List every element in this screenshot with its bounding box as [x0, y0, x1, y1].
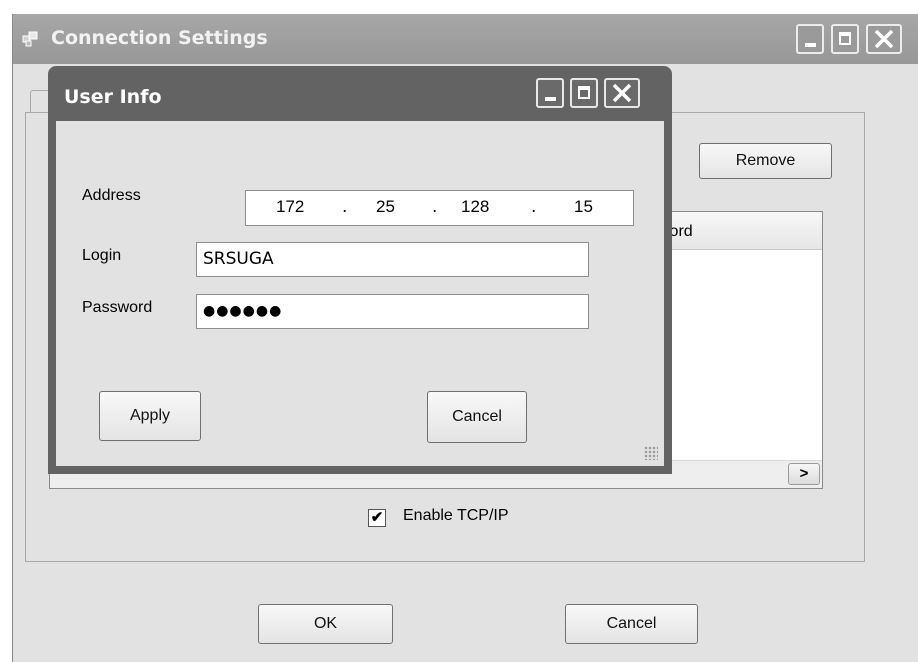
scroll-right-arrow-icon[interactable]: > [788, 463, 820, 485]
user-info-dialog: User Info Address 172 . 25 . 128 . 15 Lo… [48, 66, 672, 474]
ip-octet-1[interactable]: 172 [276, 191, 304, 223]
ip-address-field[interactable]: 172 . 25 . 128 . 15 [245, 190, 634, 226]
outer-cancel-button[interactable]: Cancel [565, 604, 698, 644]
ip-dot-1: . [342, 197, 348, 217]
resize-grip-icon[interactable] [644, 446, 658, 460]
login-label: Login [82, 247, 122, 264]
outer-titlebar[interactable]: Connection Settings [13, 14, 918, 64]
ip-octet-4[interactable]: 15 [574, 191, 593, 223]
address-label: Address [82, 187, 141, 204]
ip-octet-3[interactable]: 128 [461, 191, 489, 223]
password-input[interactable]: ●●●●●● [196, 294, 589, 329]
dialog-maximize-icon[interactable] [570, 78, 598, 108]
enable-tcpip-label[interactable]: Enable TCP/IP [403, 507, 509, 525]
remove-button[interactable]: Remove [699, 143, 832, 179]
checkmark-icon[interactable]: ✔ [368, 509, 386, 527]
ok-button[interactable]: OK [258, 604, 393, 644]
ip-dot-3: . [531, 197, 537, 217]
dialog-close-icon[interactable] [604, 78, 640, 108]
outer-window-title: Connection Settings [51, 27, 268, 49]
login-input[interactable]: SRSUGA [196, 242, 589, 277]
dialog-client-area: Address 172 . 25 . 128 . 15 Login SRSUGA… [56, 121, 664, 466]
outer-close-icon[interactable] [866, 24, 902, 54]
outer-minimize-icon[interactable] [796, 24, 824, 54]
window-app-icon [22, 31, 38, 47]
password-label: Password [82, 299, 153, 316]
ip-octet-2[interactable]: 25 [376, 191, 395, 223]
dialog-minimize-icon[interactable] [536, 78, 564, 108]
outer-maximize-icon[interactable] [831, 24, 859, 54]
dialog-title: User Info [64, 86, 162, 108]
ip-dot-2: . [432, 197, 438, 217]
apply-button[interactable]: Apply [99, 391, 201, 441]
dialog-cancel-button[interactable]: Cancel [427, 391, 527, 443]
